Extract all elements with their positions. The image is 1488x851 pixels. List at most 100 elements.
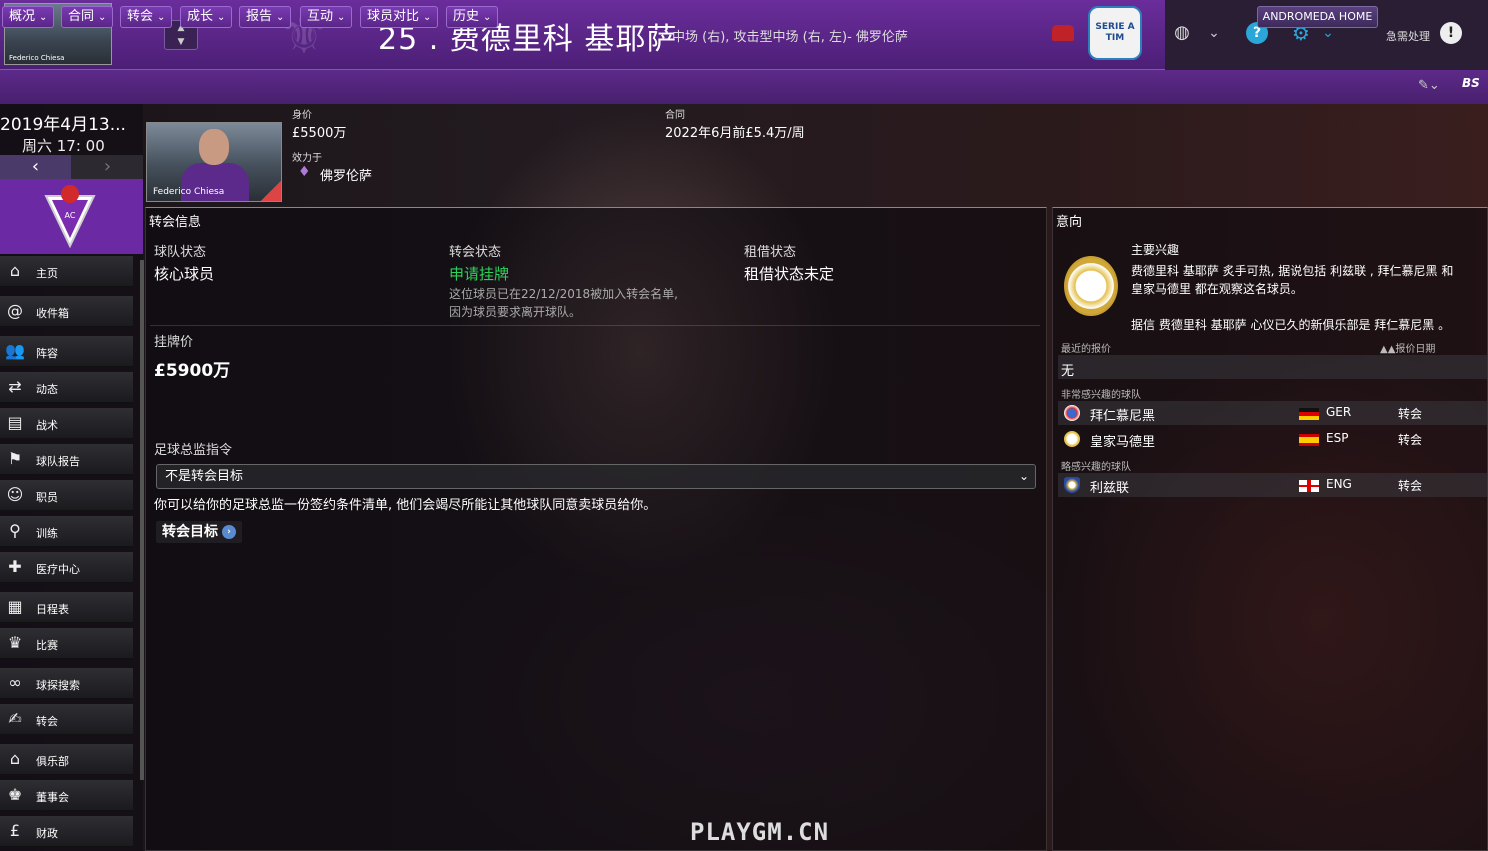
urgent-label[interactable]: 急需处理 bbox=[1386, 28, 1430, 44]
tab-interaction[interactable]: 互动 ⌄ bbox=[300, 6, 353, 28]
club-badge-icon: ♦ bbox=[298, 164, 311, 180]
chevron-down-icon[interactable]: ⌄ bbox=[1203, 22, 1225, 44]
home-icon: ⌂ bbox=[9, 261, 21, 280]
sidebar-item-label: 动态 bbox=[36, 383, 58, 396]
binoculars-icon: ∞ bbox=[8, 673, 22, 692]
interest-type: 转会 bbox=[1398, 407, 1423, 421]
tab-label: 转会 bbox=[127, 9, 154, 24]
sidebar-item-transfers[interactable]: ✍ 转会 bbox=[0, 704, 133, 736]
tab-overview[interactable]: 概况 ⌄ bbox=[2, 6, 55, 28]
nav-bar bbox=[0, 70, 1488, 104]
value-label: 身价 bbox=[292, 110, 312, 121]
sidebar-item-schedule[interactable]: ▦ 日程表 bbox=[0, 592, 133, 624]
sidebar-item-dynamics[interactable]: ⇄ 动态 bbox=[0, 372, 133, 404]
real-madrid-crest-icon bbox=[1064, 256, 1118, 316]
arrow-right-icon: › bbox=[222, 525, 236, 539]
recent-offers-value: 无 bbox=[1061, 364, 1075, 379]
tab-reports[interactable]: 报告 ⌄ bbox=[239, 6, 292, 28]
sidebar-item-label: 比赛 bbox=[36, 639, 58, 652]
alert-icon[interactable]: ! bbox=[1440, 22, 1462, 44]
sidebar-item-team-report[interactable]: ⚑ 球队报告 bbox=[0, 444, 133, 476]
edit-icon[interactable]: ✎⌄ bbox=[1418, 78, 1440, 93]
very-interested-label: 非常感兴趣的球队 bbox=[1061, 390, 1141, 401]
divider bbox=[150, 325, 1040, 326]
tab-label: 成长 bbox=[187, 9, 214, 24]
sidebar-item-label: 财政 bbox=[36, 827, 58, 840]
photo-face bbox=[199, 129, 229, 165]
sidebar-scrollbar[interactable] bbox=[140, 260, 144, 780]
chevron-down-icon: ⌄ bbox=[39, 12, 48, 23]
transfer-status-label: 转会状态 bbox=[449, 245, 502, 260]
asking-price-label: 挂牌价 bbox=[154, 335, 194, 350]
loan-status-value[interactable]: 租借状态未定 bbox=[744, 263, 834, 284]
sidebar-item-scouting[interactable]: ∞ 球探搜索 bbox=[0, 668, 133, 700]
tab-contract[interactable]: 合同 ⌄ bbox=[61, 6, 114, 28]
player-photo: Federico Chiesa bbox=[146, 122, 282, 202]
tab-development[interactable]: 成长 ⌄ bbox=[180, 6, 233, 28]
sidebar-item-label: 球队报告 bbox=[36, 455, 80, 468]
sidebar-item-inbox[interactable]: @ 收件箱 bbox=[0, 296, 133, 328]
league-badge-icon[interactable]: SERIE A TIM bbox=[1088, 6, 1142, 60]
tab-compare[interactable]: 球员对比 ⌄ bbox=[360, 6, 439, 28]
sidebar-item-board[interactable]: ♚ 董事会 bbox=[0, 780, 133, 812]
sidebar-item-training[interactable]: ⚲ 训练 bbox=[0, 516, 133, 548]
germany-flag-icon bbox=[1299, 408, 1319, 420]
sidebar-item-finance[interactable]: £ 财政 bbox=[0, 816, 133, 848]
tab-history[interactable]: 历史 ⌄ bbox=[446, 6, 499, 28]
spain-flag-icon bbox=[1299, 434, 1319, 446]
sidebar-item-club[interactable]: ⌂ 俱乐部 bbox=[0, 744, 133, 776]
trophy-icon: ♛ bbox=[7, 633, 23, 652]
interested-club-row[interactable]: 利兹联 ENG 转会 bbox=[1058, 473, 1488, 497]
sidebar-item-label: 战术 bbox=[36, 419, 58, 432]
sidebar-item-label: 主页 bbox=[36, 267, 58, 280]
next-date-button[interactable]: › bbox=[72, 155, 143, 179]
transfer-icon: ✍ bbox=[8, 709, 22, 728]
club-name[interactable]: 拜仁慕尼黑 bbox=[1090, 405, 1155, 424]
button-label: 转会目标 bbox=[162, 524, 218, 540]
club-name[interactable]: 利兹联 bbox=[1090, 477, 1129, 496]
asking-price-value[interactable]: £5900万 bbox=[154, 356, 230, 381]
recent-offers-row bbox=[1058, 355, 1488, 379]
interested-club-row[interactable]: 皇家马德里 ESP 转会 bbox=[1058, 427, 1488, 451]
chevron-down-icon: ⌄ bbox=[483, 12, 492, 23]
medical-icon: ✚ bbox=[8, 557, 22, 576]
photo-stripe bbox=[261, 181, 281, 201]
sidebar-item-label: 俱乐部 bbox=[36, 755, 69, 768]
sidebar-item-label: 球探搜索 bbox=[36, 679, 80, 692]
sidebar-item-medical[interactable]: ✚ 医疗中心 bbox=[0, 552, 133, 584]
sidebar-item-tactics[interactable]: ▤ 战术 bbox=[0, 408, 133, 440]
director-instructions-label: 足球总监指令 bbox=[154, 443, 233, 458]
squad-icon: 👥 bbox=[5, 341, 25, 360]
finance-icon: £ bbox=[9, 821, 21, 840]
dynamics-icon: ⇄ bbox=[8, 377, 22, 396]
sidebar-item-label: 医疗中心 bbox=[36, 563, 80, 576]
tab-label: 互动 bbox=[307, 9, 334, 24]
transfer-note-line1: 这位球员已在22/12/2018被加入转会名单, bbox=[449, 287, 678, 301]
panel-title: 意向 bbox=[1056, 215, 1083, 230]
squad-status-value[interactable]: 核心球员 bbox=[154, 263, 214, 284]
sidebar-item-staff[interactable]: ☺ 职员 bbox=[0, 480, 133, 512]
globe-icon[interactable]: ◍ bbox=[1171, 22, 1193, 44]
tab-transfer[interactable]: 转会 ⌄ bbox=[120, 6, 173, 28]
director-instruction-select[interactable]: 不是转会目标 ⌄ bbox=[156, 464, 1036, 489]
player-positions: 中场 (右), 攻击型中场 (右, 左)- 佛罗伦萨 bbox=[672, 30, 908, 45]
club-name[interactable]: 皇家马德里 bbox=[1090, 431, 1155, 450]
home-button[interactable]: ANDROMEDA HOME bbox=[1257, 6, 1378, 28]
sidebar-item-squad[interactable]: 👥 阵容 bbox=[0, 336, 133, 368]
interested-club-row[interactable]: 拜仁慕尼黑 GER 转会 bbox=[1058, 401, 1488, 425]
sidebar-item-label: 董事会 bbox=[36, 791, 69, 804]
chevron-down-icon: ⌄ bbox=[157, 12, 166, 23]
player-club[interactable]: 佛罗伦萨 bbox=[320, 165, 372, 184]
sidebar-item-home[interactable]: ⌂ 主页 bbox=[0, 256, 133, 288]
sidebar-item-competitions[interactable]: ♛ 比赛 bbox=[0, 628, 133, 660]
transfer-status-value[interactable]: 申请挂牌 bbox=[449, 263, 509, 284]
chevron-down-icon: ⌄ bbox=[98, 12, 107, 23]
chevron-down-icon: ⌄ bbox=[217, 12, 226, 23]
offer-date-sort[interactable]: ▲▲报价日期 bbox=[1380, 340, 1435, 355]
interest-text-2: 皇家马德里 都在观察这名球员。 bbox=[1131, 282, 1303, 296]
board-icon: ♚ bbox=[7, 785, 23, 804]
club-label: 效力于 bbox=[292, 153, 322, 164]
previous-date-button[interactable]: ‹ bbox=[0, 155, 71, 179]
transfer-target-button[interactable]: 转会目标 › bbox=[156, 521, 242, 543]
squad-status-label: 球队状态 bbox=[154, 245, 207, 260]
